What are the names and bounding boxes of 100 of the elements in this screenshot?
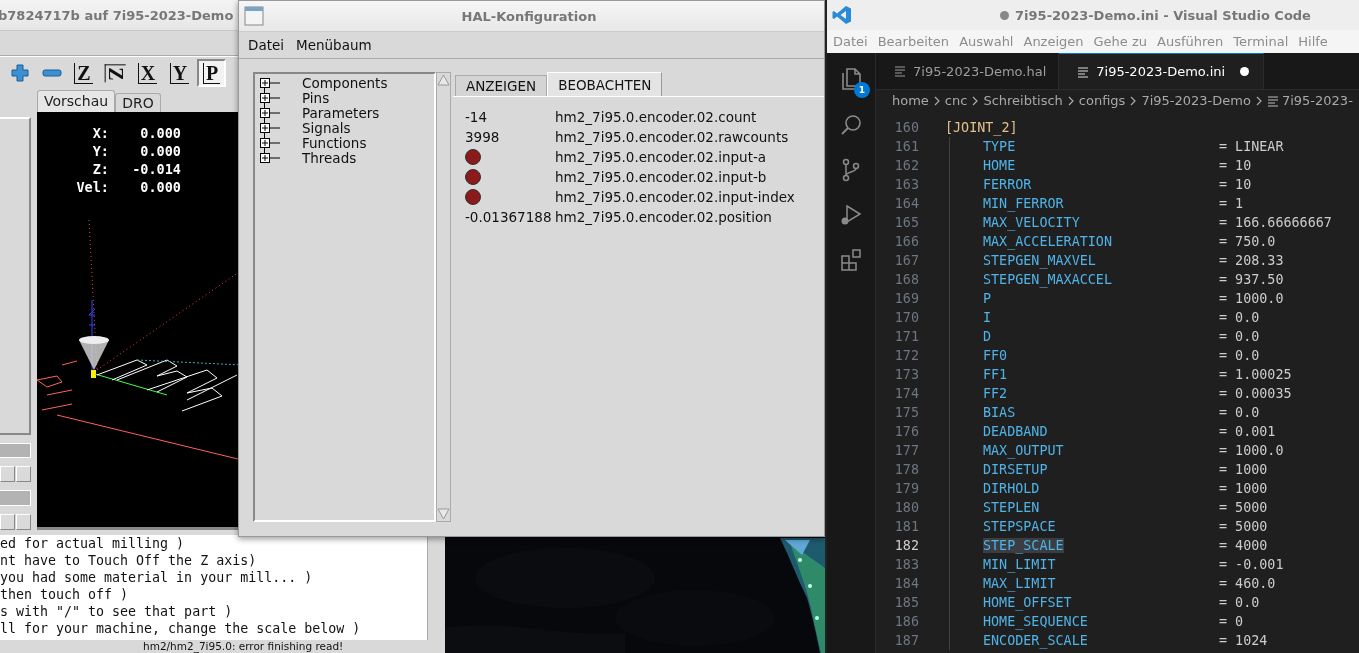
config-value: = 0.0 — [1219, 329, 1260, 344]
run-debug-icon[interactable] — [839, 203, 863, 227]
file-icon — [894, 65, 906, 77]
config-value: = 1000.0 — [1219, 291, 1284, 306]
config-value: = 937.50 — [1219, 272, 1284, 287]
config-value: = 1024 — [1219, 633, 1268, 648]
view-button[interactable]: Y — [165, 59, 194, 88]
config-value: = LINEAR — [1219, 139, 1284, 154]
config-key: FF0 — [983, 348, 1008, 363]
line-number: 182 — [893, 538, 919, 553]
breadcrumb-item[interactable]: 7i95-2023- — [1281, 93, 1353, 108]
config-key: MAX_LIMIT — [983, 576, 1056, 591]
line-number: 179 — [893, 481, 919, 496]
code-line: ed for actual milling ) — [0, 534, 186, 552]
breadcrumb-item[interactable]: Schreibtisch — [983, 93, 1063, 108]
expand-icon[interactable] — [260, 78, 280, 89]
slider-track — [0, 490, 31, 506]
code-line: you had some material in your mill... ) — [0, 568, 314, 586]
config-value: = 10 — [1219, 158, 1252, 173]
line-number: 178 — [893, 462, 919, 477]
expand-icon[interactable] — [260, 138, 280, 149]
line-number: 174 — [893, 386, 919, 401]
axis-label: Vel: — [76, 177, 109, 196]
pin-name: hm2_7i95.0.encoder.02.count — [555, 109, 757, 125]
line-number: 186 — [893, 614, 919, 629]
expand-icon[interactable] — [260, 93, 280, 104]
editor-tab[interactable]: 7i95-2023-Demo.ini — [1059, 53, 1265, 89]
breadcrumb-item[interactable]: cnc — [944, 93, 968, 108]
config-key: STEPSPACE — [983, 519, 1056, 534]
config-value: = 0.0 — [1219, 595, 1260, 610]
expand-icon[interactable] — [260, 153, 280, 164]
axis-label: Z: — [92, 159, 109, 178]
config-key: MAX_VELOCITY — [983, 215, 1080, 230]
config-value: = 5000 — [1219, 519, 1268, 534]
pin-name: hm2_7i95.0.encoder.02.input-b — [555, 169, 767, 185]
view-button[interactable]: Z — [69, 59, 98, 88]
config-value: = 166.66666667 — [1219, 215, 1332, 230]
config-key: MAX_OUTPUT — [983, 443, 1064, 458]
config-key: MIN_LIMIT — [983, 557, 1056, 572]
tree-item[interactable]: Pins — [302, 91, 330, 106]
config-value: = 10 — [1219, 177, 1252, 192]
line-number: 172 — [893, 348, 919, 363]
tree-item[interactable]: Signals — [302, 121, 351, 136]
line-number: 181 — [893, 519, 919, 534]
tab[interactable]: ANZEIGEN — [455, 75, 548, 96]
expand-icon[interactable] — [260, 108, 280, 119]
line-number: 180 — [893, 500, 919, 515]
view-button[interactable]: Z — [101, 59, 130, 88]
line-number: 184 — [893, 576, 919, 591]
config-key: DEADBAND — [983, 424, 1048, 439]
config-key: FF2 — [983, 386, 1008, 401]
view-button[interactable]: P — [197, 59, 226, 88]
view-button[interactable]: X — [133, 59, 162, 88]
config-value: = 4000 — [1219, 538, 1268, 553]
config-key: STEPGEN_MAXVEL — [983, 253, 1096, 268]
tree-item[interactable]: Threads — [302, 151, 357, 166]
tree-item[interactable]: Functions — [302, 136, 367, 151]
tab[interactable]: DRO — [115, 92, 161, 112]
line-number: 176 — [893, 424, 919, 439]
tab[interactable]: Vorschau — [37, 89, 116, 112]
config-key: DIRSETUP — [983, 462, 1048, 477]
section-header: [JOINT_2] — [945, 120, 1018, 135]
tree-item[interactable]: Components — [302, 76, 388, 91]
config-key: STEPLEN — [983, 500, 1040, 515]
tree-item[interactable]: Parameters — [302, 106, 380, 121]
config-value: = 1.00025 — [1219, 367, 1292, 382]
code-line: nt have to Touch Off the Z axis) — [0, 551, 258, 569]
config-key: I — [983, 310, 992, 325]
code-line: s with "/" to see that part ) — [0, 602, 234, 620]
config-value: = 1000 — [1219, 481, 1268, 496]
breadcrumb-item[interactable]: 7i95-2023-Demo — [1141, 93, 1251, 108]
expand-icon[interactable] — [260, 123, 280, 134]
breadcrumb-item[interactable]: configs — [1078, 93, 1126, 108]
step-button[interactable] — [16, 466, 31, 483]
axis-label: Y: — [92, 141, 109, 160]
position-value: 0.000 — [140, 123, 181, 142]
step-button[interactable] — [0, 466, 15, 483]
window-icon — [244, 6, 264, 26]
extensions-icon[interactable] — [839, 248, 863, 272]
step-button[interactable] — [0, 513, 15, 530]
config-key: ENCODER_SCALE — [983, 633, 1088, 648]
config-value: = 1000 — [1219, 462, 1268, 477]
config-key: HOME_SEQUENCE — [983, 614, 1088, 629]
line-number: 170 — [893, 310, 919, 325]
tab[interactable]: BEOBACHTEN — [547, 72, 663, 96]
slider-track — [0, 442, 31, 459]
position-value: -0.014 — [132, 159, 181, 178]
search-icon[interactable] — [839, 113, 863, 137]
menu-item[interactable]: Datei — [248, 37, 285, 53]
file-icon — [1266, 94, 1279, 107]
config-value: = 0.00035 — [1219, 386, 1292, 401]
line-number: 168 — [893, 272, 919, 287]
config-value: = 0.0 — [1219, 348, 1260, 363]
line-number: 163 — [893, 177, 919, 192]
line-number: 164 — [893, 196, 919, 211]
minus-icon — [41, 68, 62, 79]
menu-item[interactable]: Menübaum — [296, 37, 372, 53]
breadcrumb-item[interactable]: home — [892, 93, 929, 108]
line-number: 171 — [893, 329, 919, 344]
step-button[interactable] — [16, 513, 31, 530]
